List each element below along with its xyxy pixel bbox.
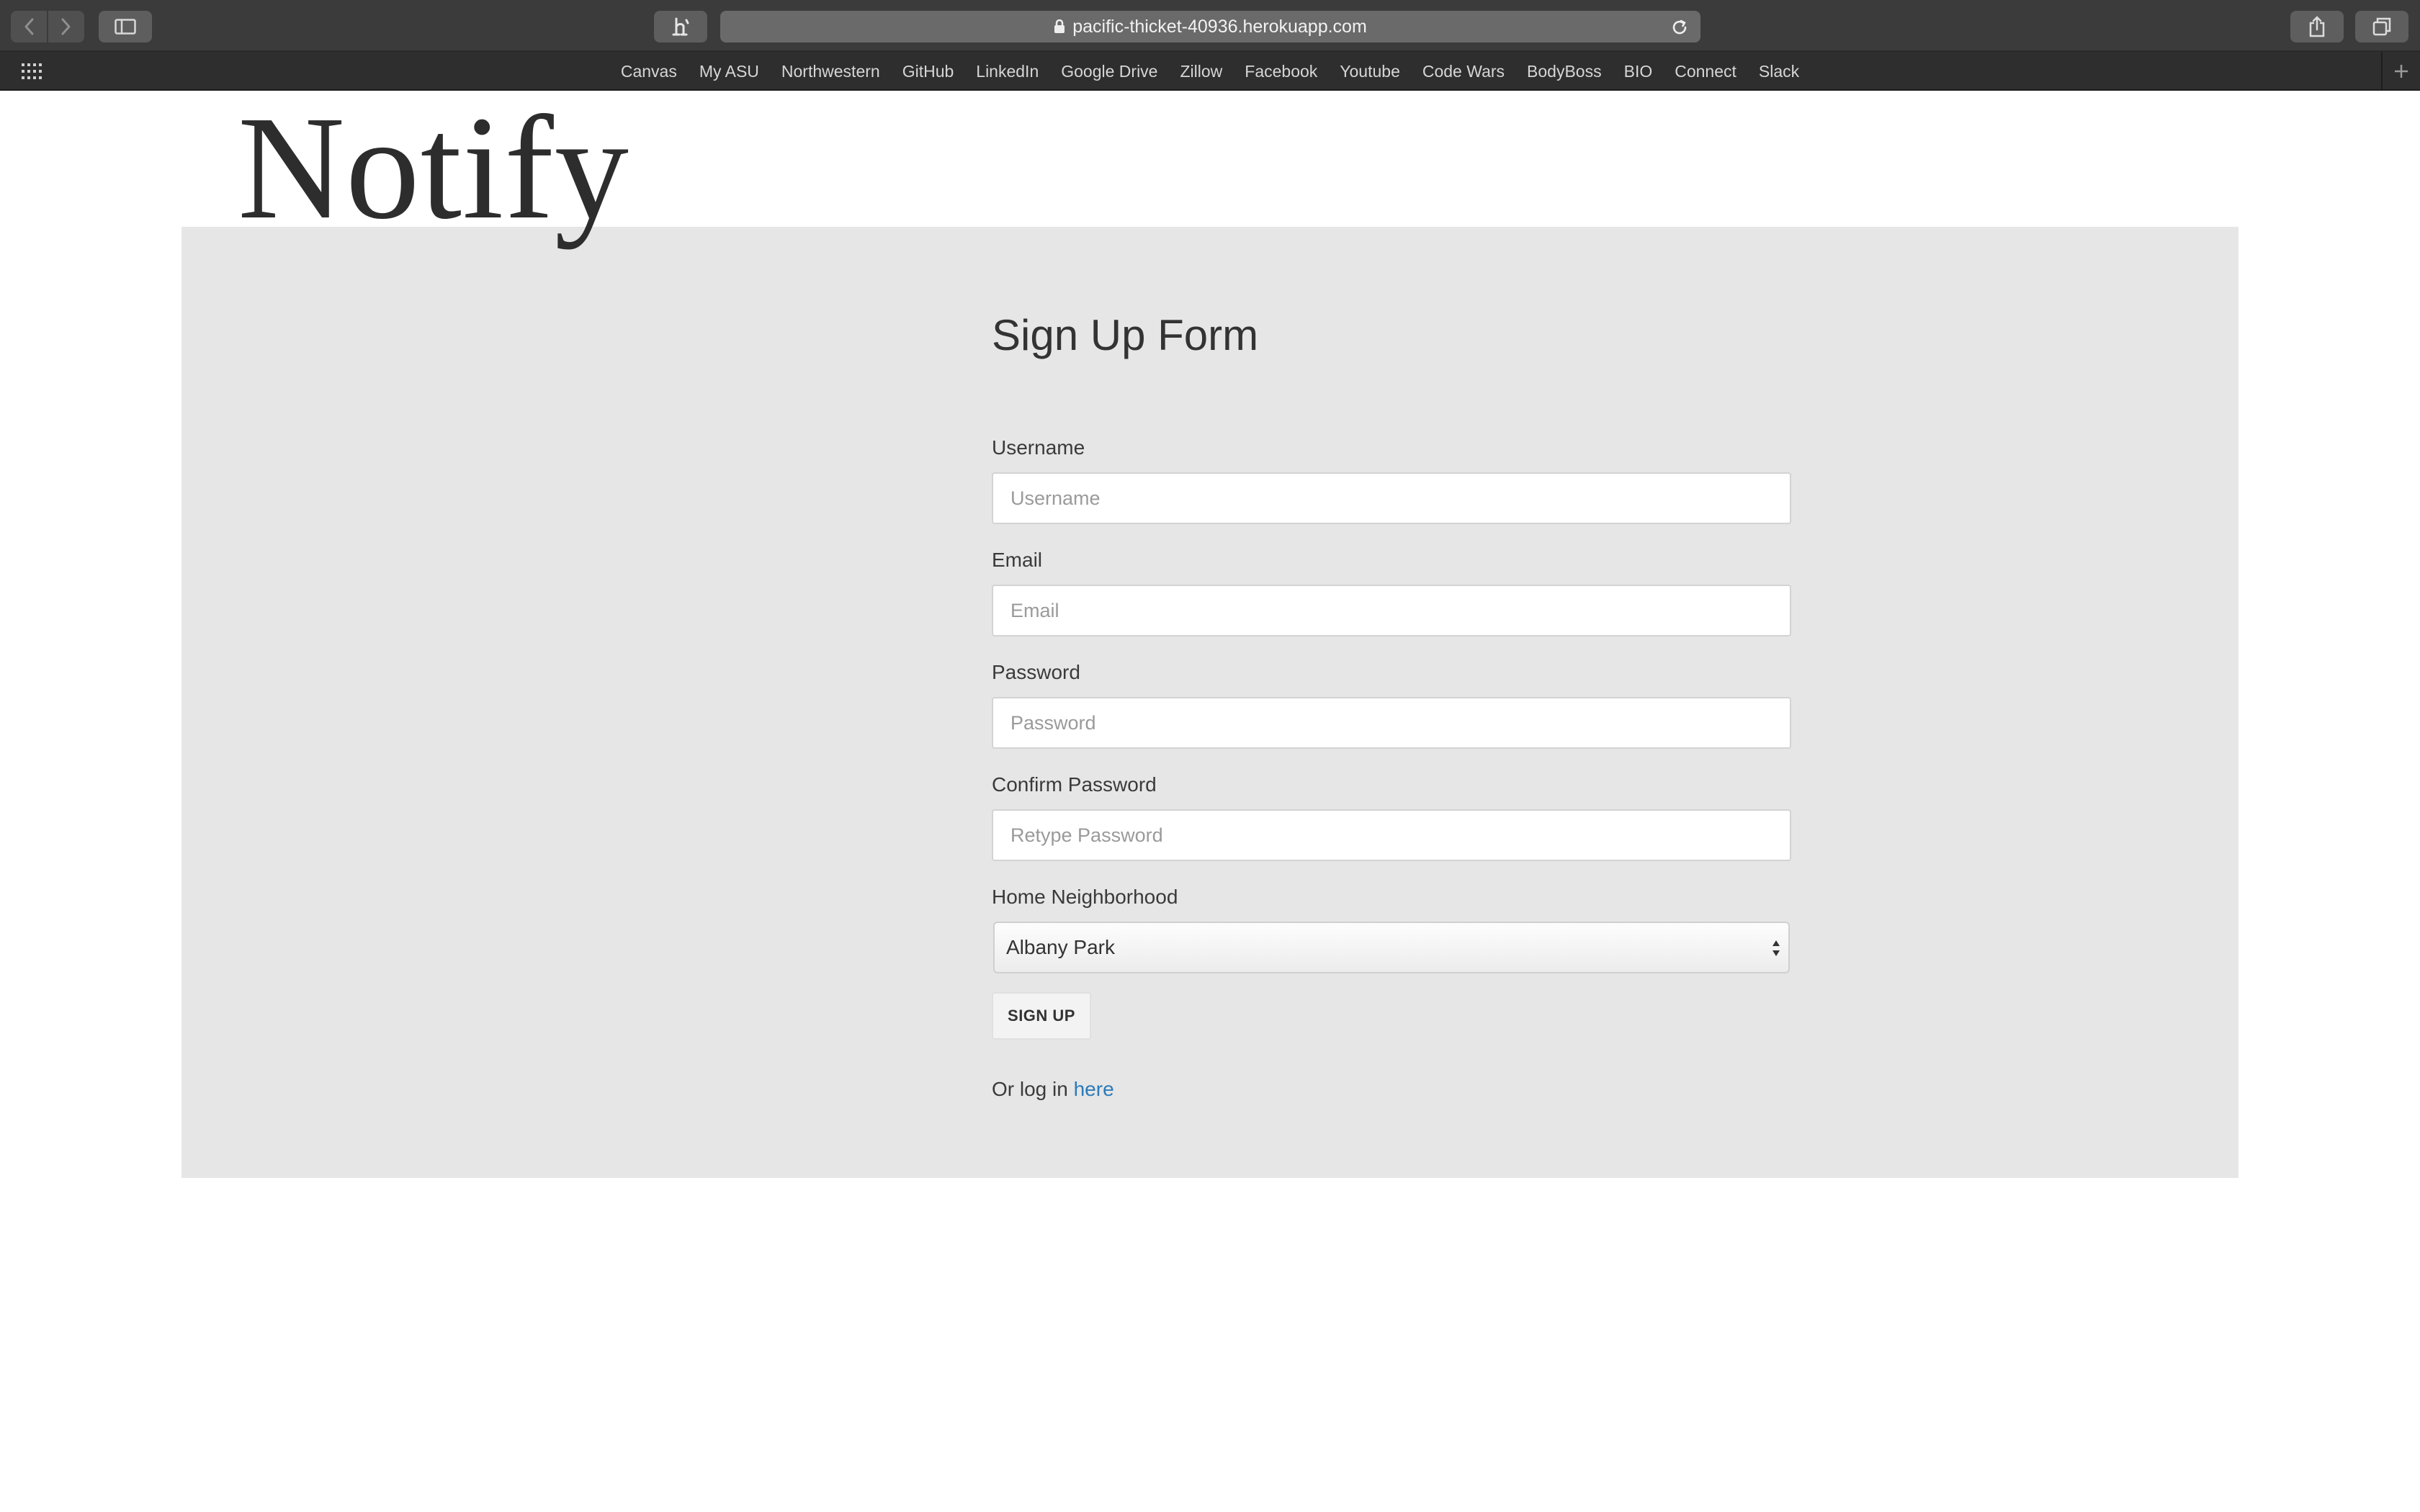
url-display: pacific-thicket-40936.herokuapp.com	[720, 11, 1700, 42]
navigation-buttons	[11, 11, 84, 42]
select-arrows-icon	[1773, 940, 1780, 956]
extension-button[interactable]	[654, 11, 707, 42]
site-logo: Notify	[238, 85, 629, 250]
address-bar[interactable]: pacific-thicket-40936.herokuapp.com	[720, 11, 1700, 42]
forward-button[interactable]	[48, 11, 84, 42]
bookmark-canvas[interactable]: Canvas	[621, 62, 677, 81]
bookmark-connect[interactable]: Connect	[1675, 62, 1736, 81]
bookmark-github[interactable]: GitHub	[902, 62, 954, 81]
sign-up-button[interactable]: SIGN UP	[992, 992, 1091, 1040]
bookmark-facebook[interactable]: Facebook	[1245, 62, 1317, 81]
bookmark-bio[interactable]: BIO	[1624, 62, 1653, 81]
neighborhood-select[interactable]: Albany Park	[993, 922, 1790, 973]
reload-icon[interactable]	[1670, 18, 1689, 37]
bookmark-bodyboss[interactable]: BodyBoss	[1527, 62, 1602, 81]
back-button[interactable]	[11, 11, 47, 42]
add-bookmark-button[interactable]	[2381, 52, 2420, 91]
email-label: Email	[992, 549, 1043, 571]
password-label: Password	[992, 661, 1080, 683]
email-input[interactable]	[992, 585, 1791, 636]
login-prompt: Or log in here	[992, 1078, 1114, 1101]
bookmark-youtube[interactable]: Youtube	[1340, 62, 1400, 81]
tabs-icon	[2372, 17, 2391, 36]
bookmark-my-asu[interactable]: My ASU	[699, 62, 759, 81]
url-text: pacific-thicket-40936.herokuapp.com	[1072, 16, 1367, 37]
neighborhood-label: Home Neighborhood	[992, 886, 1178, 908]
browser-toolbar: pacific-thicket-40936.herokuapp.com	[0, 0, 2420, 52]
share-icon	[2309, 16, 2325, 37]
bookmark-google-drive[interactable]: Google Drive	[1061, 62, 1157, 81]
username-input[interactable]	[992, 472, 1791, 524]
chevron-right-icon	[61, 18, 71, 35]
chevron-left-icon	[24, 18, 34, 35]
bookmark-slack[interactable]: Slack	[1759, 62, 1799, 81]
plus-icon	[2395, 65, 2408, 78]
login-prefix-text: Or log in	[992, 1078, 1068, 1100]
form-title: Sign Up Form	[992, 311, 1259, 359]
sidebar-icon	[115, 19, 136, 35]
confirm-password-input[interactable]	[992, 809, 1791, 861]
extension-h-icon	[672, 17, 689, 36]
signup-panel: Sign Up Form Username Email Password Con…	[182, 227, 2238, 1178]
bookmark-northwestern[interactable]: Northwestern	[781, 62, 880, 81]
bookmark-code-wars[interactable]: Code Wars	[1422, 62, 1505, 81]
sidebar-toggle-button[interactable]	[99, 11, 152, 42]
neighborhood-selected-value: Albany Park	[1006, 936, 1115, 958]
password-input[interactable]	[992, 697, 1791, 749]
tabs-overview-button[interactable]	[2355, 11, 2408, 42]
lock-icon	[1054, 19, 1065, 33]
login-link[interactable]: here	[1074, 1078, 1114, 1100]
bookmark-linkedin[interactable]: LinkedIn	[976, 62, 1039, 81]
confirm-password-label: Confirm Password	[992, 773, 1157, 796]
username-label: Username	[992, 436, 1085, 459]
bookmark-zillow[interactable]: Zillow	[1180, 62, 1222, 81]
share-button[interactable]	[2290, 11, 2344, 42]
